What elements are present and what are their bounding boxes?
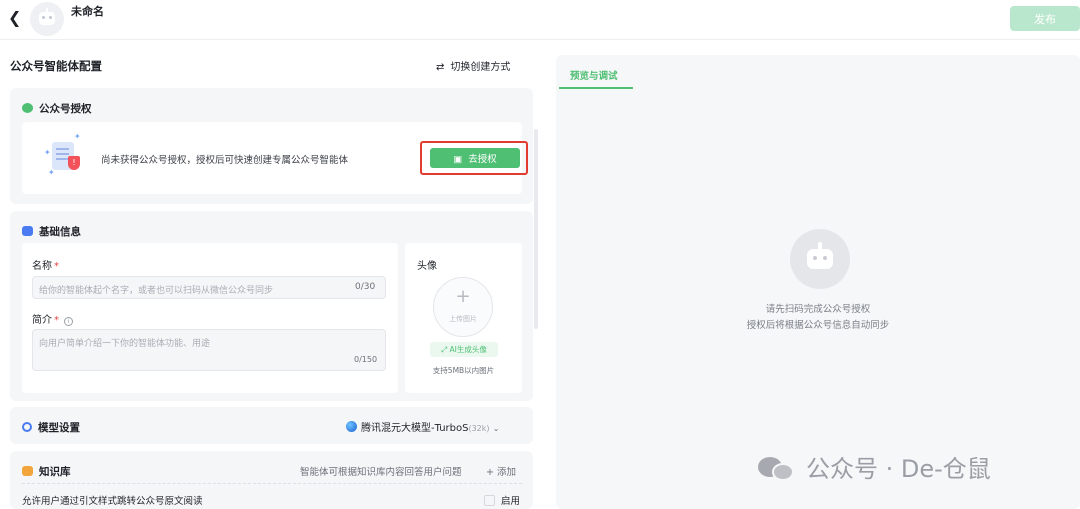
- info-card-icon: [22, 226, 33, 236]
- model-name: 腾讯混元大模型-TurboS: [361, 423, 469, 434]
- agent-title[interactable]: 未命名: [71, 3, 104, 19]
- plus-icon: +: [455, 286, 471, 307]
- model-icon: [22, 422, 32, 432]
- intro-placeholder: 向用户简单介绍一下你的智能体功能、用途: [39, 339, 211, 349]
- basic-info-section: 基础信息 名称 * 给你的智能体起个名字，或者也可以扫码从微信公众号同步 0/30…: [10, 211, 533, 401]
- preview-tip-line2: 授权后将根据公众号信息自动同步: [746, 320, 890, 331]
- watermark: 公众号 · De-仓鼠: [758, 449, 991, 484]
- scrollbar[interactable]: [534, 129, 538, 329]
- auth-button-highlight: ▣ 去授权: [420, 141, 528, 175]
- sparkle-icon: ✦: [44, 148, 51, 157]
- model-section-title: 模型设置: [38, 422, 80, 434]
- info-icon[interactable]: i: [64, 317, 73, 326]
- shield-icon: !: [68, 156, 80, 170]
- watermark-text: 公众号 · De-仓鼠: [806, 455, 991, 483]
- enable-toggle[interactable]: 启用: [484, 493, 520, 507]
- upload-label: 上传图片: [449, 315, 477, 323]
- publish-button[interactable]: 发布: [1010, 6, 1080, 31]
- auth-message: 尚未获得公众号授权，授权后可快速创建专属公众号智能体: [101, 155, 349, 166]
- divider: [22, 483, 522, 484]
- swap-icon: ⇄: [436, 62, 445, 73]
- model-select[interactable]: 腾讯混元大模型-TurboS(32k) ⌄: [346, 419, 499, 434]
- upload-avatar-button[interactable]: + 上传图片: [433, 277, 493, 337]
- preview-robot-icon: [790, 229, 850, 289]
- preview-panel: 预览与调试 请先扫码完成公众号授权 授权后将根据公众号信息自动同步: [556, 55, 1080, 509]
- basic-section-header: 基础信息: [22, 224, 81, 239]
- knowledge-section-title: 知识库: [39, 466, 71, 478]
- required-mark: *: [54, 261, 59, 272]
- avatar-panel: 头像 + 上传图片 ⤢ AI生成头像 支持5MB以内图片: [405, 243, 522, 393]
- ai-generate-avatar-button[interactable]: ⤢ AI生成头像: [430, 342, 498, 357]
- authorize-button[interactable]: ▣ 去授权: [430, 148, 520, 168]
- auth-illustration-icon: ✦ ✦ ✦ !: [44, 132, 86, 178]
- top-bar: ❮ 未命名 发布: [0, 0, 1080, 40]
- robot-icon: [39, 12, 55, 25]
- agent-avatar[interactable]: [30, 2, 64, 36]
- chevron-down-icon: ⌄: [492, 424, 500, 433]
- model-section: 模型设置 腾讯混元大模型-TurboS(32k) ⌄: [10, 407, 533, 444]
- ai-avatar-label: AI生成头像: [449, 345, 487, 354]
- intro-textarea[interactable]: 向用户简单介绍一下你的智能体功能、用途: [32, 329, 386, 371]
- name-label-text: 名称: [32, 261, 52, 272]
- intro-counter: 0/150: [354, 355, 378, 364]
- model-context: (32k): [468, 424, 490, 433]
- magic-wand-icon: ⤢: [441, 345, 448, 354]
- switch-create-mode-button[interactable]: ⇄ 切换创建方式: [436, 58, 510, 73]
- sparkle-icon: ✦: [74, 132, 81, 141]
- name-label: 名称 *: [32, 257, 59, 272]
- basic-section-title: 基础信息: [39, 226, 81, 238]
- enable-label: 启用: [501, 496, 521, 507]
- enable-checkbox[interactable]: [484, 495, 495, 506]
- model-section-header: 模型设置: [22, 420, 80, 435]
- config-panel: 公众号智能体配置 ⇄ 切换创建方式 公众号授权 ✦ ✦ ✦ ! 尚未获得公众号授权…: [0, 41, 540, 509]
- wechat-logo-icon: [758, 455, 798, 481]
- knowledge-section-header: 知识库: [22, 464, 71, 479]
- intro-label-text: 简介: [32, 315, 52, 326]
- auth-section: 公众号授权 ✦ ✦ ✦ ! 尚未获得公众号授权，授权后可快速创建专属公众号智能体…: [10, 88, 533, 204]
- auth-panel: ✦ ✦ ✦ ! 尚未获得公众号授权，授权后可快速创建专属公众号智能体 ▣ 去授权: [22, 122, 528, 194]
- scan-icon: ▣: [453, 154, 463, 165]
- back-arrow-icon[interactable]: ❮: [8, 9, 24, 27]
- tab-preview-debug[interactable]: 预览与调试: [570, 68, 618, 82]
- knowledge-icon: [22, 466, 33, 476]
- required-mark: *: [54, 315, 59, 326]
- avatar-tip: 支持5MB以内图片: [432, 366, 495, 375]
- wechat-icon: [22, 103, 33, 113]
- basic-form: 名称 * 给你的智能体起个名字，或者也可以扫码从微信公众号同步 0/30 简介 * i…: [22, 243, 398, 393]
- jump-setting-label: 允许用户通过引文样式跳转公众号原文阅读: [22, 496, 203, 507]
- auth-section-title: 公众号授权: [39, 103, 92, 115]
- active-tab-indicator: [559, 87, 633, 89]
- robot-face: [807, 249, 833, 269]
- hunyuan-logo-icon: [346, 421, 357, 432]
- name-counter: 0/30: [355, 282, 376, 292]
- preview-tip-line1: 请先扫码完成公众号授权: [765, 304, 871, 315]
- knowledge-hint: 智能体可根据知识库内容回答用户问题: [300, 467, 462, 478]
- avatar-label: 头像: [417, 261, 437, 272]
- auth-section-header: 公众号授权: [22, 101, 92, 116]
- name-placeholder: 给你的智能体起个名字，或者也可以扫码从微信公众号同步: [39, 286, 274, 296]
- add-knowledge-button[interactable]: + 添加: [486, 464, 516, 478]
- name-input[interactable]: 给你的智能体起个名字，或者也可以扫码从微信公众号同步: [32, 276, 386, 299]
- intro-label: 简介 * i: [32, 311, 73, 326]
- authorize-label: 去授权: [468, 154, 497, 165]
- switch-label: 切换创建方式: [450, 62, 511, 73]
- config-title: 公众号智能体配置: [10, 59, 102, 73]
